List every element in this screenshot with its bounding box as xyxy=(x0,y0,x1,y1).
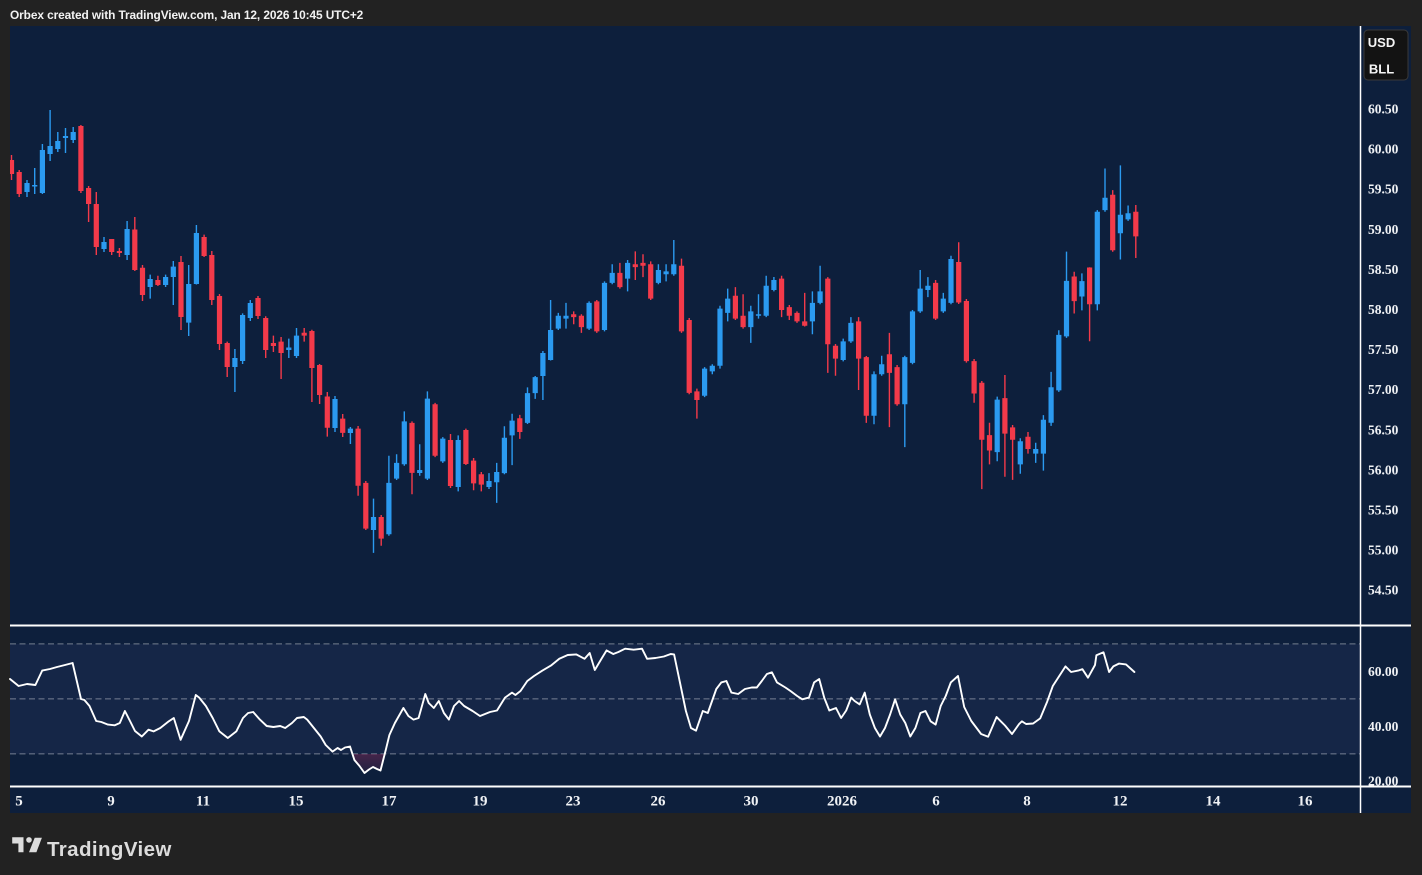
svg-text:59.50: 59.50 xyxy=(1368,182,1399,197)
svg-text:16: 16 xyxy=(1298,794,1314,810)
svg-text:TradingView: TradingView xyxy=(47,838,172,861)
svg-text:14: 14 xyxy=(1206,794,1222,810)
svg-text:8: 8 xyxy=(1023,794,1031,810)
svg-text:57.50: 57.50 xyxy=(1368,342,1399,357)
svg-text:19: 19 xyxy=(473,794,488,810)
svg-text:57.00: 57.00 xyxy=(1368,382,1399,397)
svg-text:56.50: 56.50 xyxy=(1368,422,1399,437)
svg-text:15: 15 xyxy=(289,794,304,810)
svg-text:Orbex created with TradingView: Orbex created with TradingView.com, Jan … xyxy=(10,8,364,22)
svg-text:60.50: 60.50 xyxy=(1368,102,1399,117)
svg-text:5: 5 xyxy=(15,794,23,810)
svg-text:20.00: 20.00 xyxy=(1368,774,1399,789)
svg-text:26: 26 xyxy=(651,794,667,810)
svg-text:12: 12 xyxy=(1113,794,1128,810)
svg-text:9: 9 xyxy=(107,794,115,810)
svg-text:59.00: 59.00 xyxy=(1368,222,1399,237)
svg-text:23: 23 xyxy=(566,794,581,810)
svg-text:60.00: 60.00 xyxy=(1368,664,1399,679)
svg-text:56.00: 56.00 xyxy=(1368,462,1399,477)
svg-text:58.00: 58.00 xyxy=(1368,302,1399,317)
svg-text:30: 30 xyxy=(744,794,759,810)
svg-text:6: 6 xyxy=(932,794,940,810)
svg-text:58.50: 58.50 xyxy=(1368,262,1399,277)
svg-text:54.50: 54.50 xyxy=(1368,583,1399,598)
svg-text:2026: 2026 xyxy=(827,794,858,810)
svg-text:60.00: 60.00 xyxy=(1368,142,1399,157)
svg-text:40.00: 40.00 xyxy=(1368,719,1399,734)
svg-text:55.00: 55.00 xyxy=(1368,543,1399,558)
svg-text:11: 11 xyxy=(196,794,210,810)
svg-text:55.50: 55.50 xyxy=(1368,503,1399,518)
svg-text:BLL: BLL xyxy=(1369,61,1394,76)
svg-text:17: 17 xyxy=(382,794,398,810)
svg-text:USD: USD xyxy=(1368,35,1395,50)
